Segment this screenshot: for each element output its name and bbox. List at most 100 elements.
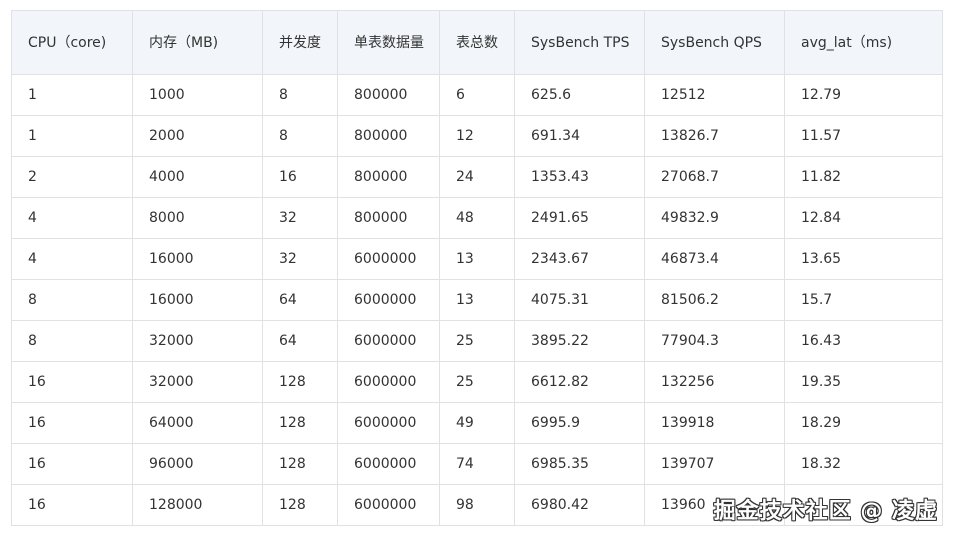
table-cell: 32000 bbox=[132, 320, 263, 362]
table-cell: 6000000 bbox=[337, 320, 440, 362]
table-cell: 128 bbox=[262, 484, 338, 526]
table-row: 8 32000 64 6000000 25 3895.22 77904.3 16.43 bbox=[11, 320, 943, 362]
table-cell: 800000 bbox=[337, 156, 440, 198]
table-cell: 691.34 bbox=[514, 115, 645, 157]
table-cell: 12.84 bbox=[784, 197, 943, 239]
table-cell: 6980.42 bbox=[514, 484, 645, 526]
table-cell: 16 bbox=[11, 443, 133, 485]
table-cell: 18.29 bbox=[784, 402, 943, 444]
table-cell: 24 bbox=[439, 156, 515, 198]
watermark: 掘金技术社区 @ 凌虚 bbox=[713, 499, 938, 524]
table-cell: 1 bbox=[11, 115, 133, 157]
table-cell: 49832.9 bbox=[644, 197, 785, 239]
table-cell: 64 bbox=[262, 279, 338, 321]
table-cell: 25 bbox=[439, 320, 515, 362]
table-cell: 12 bbox=[439, 115, 515, 157]
table-cell: 6000000 bbox=[337, 484, 440, 526]
table-cell: 128000 bbox=[132, 484, 263, 526]
table-cell: 96000 bbox=[132, 443, 263, 485]
table-cell: 139918 bbox=[644, 402, 785, 444]
table-cell: 15.7 bbox=[784, 279, 943, 321]
table-cell: 64 bbox=[262, 320, 338, 362]
table-cell: 16000 bbox=[132, 279, 263, 321]
table-cell: 6985.35 bbox=[514, 443, 645, 485]
column-header: 并发度 bbox=[262, 10, 338, 75]
table-cell: 32000 bbox=[132, 361, 263, 403]
column-header: SysBench QPS bbox=[644, 10, 785, 75]
table-cell: 2000 bbox=[132, 115, 263, 157]
table-row: 16 64000 128 6000000 49 6995.9 139918 18.29 bbox=[11, 402, 943, 444]
table-cell: 6 bbox=[439, 74, 515, 116]
table-cell: 13 bbox=[439, 238, 515, 280]
table-header-row: CPU（core) 内存（MB) 并发度 单表数据量 表总数 SysBench TPS Sy… bbox=[11, 10, 943, 75]
table-cell: 16000 bbox=[132, 238, 263, 280]
table-cell: 16 bbox=[11, 361, 133, 403]
table-cell: 800000 bbox=[337, 115, 440, 157]
table-row: 4 8000 32 800000 48 2491.65 49832.9 12.84 bbox=[11, 197, 943, 239]
table-cell: 27068.7 bbox=[644, 156, 785, 198]
table-row: 1 2000 8 800000 12 691.34 13826.7 11.57 bbox=[11, 115, 943, 157]
table-cell: 19.35 bbox=[784, 361, 943, 403]
table-cell: 74 bbox=[439, 443, 515, 485]
table-cell: 16 bbox=[262, 156, 338, 198]
table-cell: 8 bbox=[11, 320, 133, 362]
table-cell: 2343.67 bbox=[514, 238, 645, 280]
table-cell: 48 bbox=[439, 197, 515, 239]
column-header: 内存（MB) bbox=[132, 10, 263, 75]
table-row: 2 4000 16 800000 24 1353.43 27068.7 11.82 bbox=[11, 156, 943, 198]
table-cell: 6612.82 bbox=[514, 361, 645, 403]
table-cell: 81506.2 bbox=[644, 279, 785, 321]
table-cell: 128 bbox=[262, 361, 338, 403]
table-cell: 800000 bbox=[337, 197, 440, 239]
column-header: SysBench TPS bbox=[514, 10, 645, 75]
table-cell: 625.6 bbox=[514, 74, 645, 116]
table-row: 1 1000 8 800000 6 625.6 12512 12.79 bbox=[11, 74, 943, 116]
table-cell: 11.57 bbox=[784, 115, 943, 157]
table-cell: 8 bbox=[262, 74, 338, 116]
table-cell: 46873.4 bbox=[644, 238, 785, 280]
table-cell: 6000000 bbox=[337, 279, 440, 321]
table-cell: 8 bbox=[262, 115, 338, 157]
table-cell: 4000 bbox=[132, 156, 263, 198]
table-row: 8 16000 64 6000000 13 4075.31 81506.2 15.7 bbox=[11, 279, 943, 321]
table-cell: 12512 bbox=[644, 74, 785, 116]
table-cell: 8000 bbox=[132, 197, 263, 239]
table-cell: 1353.43 bbox=[514, 156, 645, 198]
table-cell: 6000000 bbox=[337, 238, 440, 280]
column-header: 单表数据量 bbox=[337, 10, 440, 75]
table-cell: 18.32 bbox=[784, 443, 943, 485]
table-cell: 3895.22 bbox=[514, 320, 645, 362]
table-cell: 139707 bbox=[644, 443, 785, 485]
table-cell: 6000000 bbox=[337, 443, 440, 485]
table-cell: 49 bbox=[439, 402, 515, 444]
table-cell: 800000 bbox=[337, 74, 440, 116]
table-cell: 25 bbox=[439, 361, 515, 403]
column-header: 表总数 bbox=[439, 10, 515, 75]
table-cell: 6000000 bbox=[337, 402, 440, 444]
column-header: avg_lat（ms) bbox=[784, 10, 943, 75]
table-cell: 13 bbox=[439, 279, 515, 321]
benchmark-table: CPU（core) 内存（MB) 并发度 单表数据量 表总数 SysBench TPS Sy… bbox=[11, 10, 943, 526]
table-row: 16 32000 128 6000000 25 6612.82 132256 19.35 bbox=[11, 361, 943, 403]
table-cell: 98 bbox=[439, 484, 515, 526]
table-cell: 8 bbox=[11, 279, 133, 321]
table-cell: 16 bbox=[11, 484, 133, 526]
table-cell: 16 bbox=[11, 402, 133, 444]
table-cell: 6995.9 bbox=[514, 402, 645, 444]
benchmark-table-container: CPU（core) 内存（MB) 并发度 单表数据量 表总数 SysBench TPS Sy… bbox=[11, 10, 943, 526]
table-row: 4 16000 32 6000000 13 2343.67 46873.4 13.65 bbox=[11, 238, 943, 280]
table-cell: 64000 bbox=[132, 402, 263, 444]
column-header: CPU（core) bbox=[11, 10, 133, 75]
table-cell: 4 bbox=[11, 238, 133, 280]
table-cell: 2491.65 bbox=[514, 197, 645, 239]
table-cell: 32 bbox=[262, 238, 338, 280]
table-cell: 32 bbox=[262, 197, 338, 239]
table-cell: 77904.3 bbox=[644, 320, 785, 362]
table-cell: 128 bbox=[262, 402, 338, 444]
table-cell: 4 bbox=[11, 197, 133, 239]
table-cell: 13.65 bbox=[784, 238, 943, 280]
table-cell: 11.82 bbox=[784, 156, 943, 198]
table-cell: 12.79 bbox=[784, 74, 943, 116]
table-cell: 16.43 bbox=[784, 320, 943, 362]
table-cell: 13826.7 bbox=[644, 115, 785, 157]
